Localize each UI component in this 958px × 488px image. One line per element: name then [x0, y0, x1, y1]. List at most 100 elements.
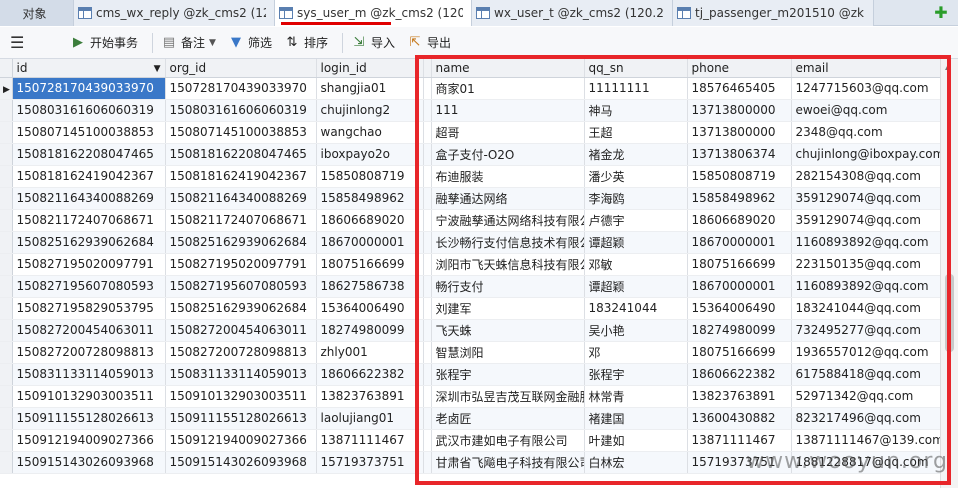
cell-name[interactable]: 甘肃省飞飚电子科技有限公司	[431, 451, 585, 474]
cell-qq_sn[interactable]: 183241044	[584, 297, 688, 320]
cell-qq_sn[interactable]: 邓	[584, 341, 688, 364]
table-row[interactable]: 150821172407068671 150821172407068671 1860…	[0, 209, 941, 232]
table-row[interactable]: 150910132903003511 150910132903003511 1382…	[0, 385, 941, 408]
cell-spacer[interactable]	[423, 407, 432, 430]
cell-id[interactable]: 150818162419042367	[12, 165, 166, 188]
table-row[interactable]: 150827200728098813 150827200728098813 zhly…	[0, 341, 941, 364]
cell-spacer[interactable]	[423, 319, 432, 342]
cell-qq_sn[interactable]: 神马	[584, 99, 688, 122]
table-row[interactable]: 150825162939062684 150825162939062684 1867…	[0, 231, 941, 254]
cell-org_id[interactable]: 150803161606060319	[165, 99, 317, 122]
row-header[interactable]	[0, 275, 13, 298]
cell-org_id[interactable]: 150827200454063011	[165, 319, 317, 342]
cell-org_id[interactable]: 150910132903003511	[165, 385, 317, 408]
tab-sys-user-m[interactable]: sys_user_m @zk_cms2 (120....	[275, 0, 472, 26]
cell-phone[interactable]: 18075166699	[687, 253, 792, 276]
table-row[interactable]: 150827195607080593 150827195607080593 1862…	[0, 275, 941, 298]
cell-login_id[interactable]: 18606622382	[316, 363, 424, 386]
table-row[interactable]: 150818162419042367 150818162419042367 1585…	[0, 165, 941, 188]
scrollbar-thumb[interactable]	[945, 274, 954, 352]
cell-qq_sn[interactable]: 褚建国	[584, 407, 688, 430]
cell-name[interactable]: 111	[431, 99, 585, 122]
cell-phone[interactable]: 13713800000	[687, 121, 792, 144]
cell-spacer[interactable]	[423, 99, 432, 122]
new-tab-plus-icon[interactable]: ✚	[932, 4, 950, 22]
cell-email[interactable]: 1247715603@qq.com	[791, 77, 941, 100]
row-header[interactable]	[0, 121, 13, 144]
cell-org_id[interactable]: 150915143026093968	[165, 451, 317, 474]
row-header[interactable]	[0, 429, 13, 452]
table-row[interactable]: 150803161606060319 150803161606060319 chuj…	[0, 99, 941, 122]
cell-id[interactable]: 150827195020097791	[12, 253, 166, 276]
cell-name[interactable]: 深圳市弘昱吉茂互联网金融服务有限公司	[431, 385, 585, 408]
cell-login_id[interactable]: 15850808719	[316, 165, 424, 188]
table-row[interactable]: 150912194009027366 150912194009027366 1387…	[0, 429, 941, 452]
cell-qq_sn[interactable]: 卢德宇	[584, 209, 688, 232]
cell-org_id[interactable]: 150818162208047465	[165, 143, 317, 166]
cell-name[interactable]: 刘建军	[431, 297, 585, 320]
cell-qq_sn[interactable]: 吴小艳	[584, 319, 688, 342]
cell-login_id[interactable]: 13823763891	[316, 385, 424, 408]
cell-login_id[interactable]: chujinlong2	[316, 99, 424, 122]
cell-name[interactable]: 畅行支付	[431, 275, 585, 298]
row-header[interactable]	[0, 363, 13, 386]
cell-name[interactable]: 布迪服装	[431, 165, 585, 188]
cell-qq_sn[interactable]: 白林宏	[584, 451, 688, 474]
tab-cms-wx-reply[interactable]: cms_wx_reply @zk_cms2 (12...	[74, 0, 275, 26]
cell-email[interactable]: 223150135@qq.com	[791, 253, 941, 276]
tab-wx-user-t[interactable]: wx_user_t @zk_cms2 (120.2...	[472, 0, 673, 26]
cell-qq_sn[interactable]: 潘少英	[584, 165, 688, 188]
row-header[interactable]: ▶	[0, 77, 13, 100]
table-row[interactable]: 150911155128026613 150911155128026613 laol…	[0, 407, 941, 430]
cell-org_id[interactable]: 150911155128026613	[165, 407, 317, 430]
cell-spacer[interactable]	[423, 209, 432, 232]
cell-phone[interactable]: 15364006490	[687, 297, 792, 320]
column-header-id[interactable]: id ▼	[12, 59, 166, 78]
cell-qq_sn[interactable]: 叶建如	[584, 429, 688, 452]
cell-email[interactable]: 282154308@qq.com	[791, 165, 941, 188]
cell-name[interactable]: 盒子支付-O2O	[431, 143, 585, 166]
note-button[interactable]: ▤ 备注 ▼	[161, 34, 216, 51]
row-header[interactable]	[0, 231, 13, 254]
cell-login_id[interactable]: 18670000001	[316, 231, 424, 254]
row-header[interactable]	[0, 407, 13, 430]
cell-qq_sn[interactable]: 李海鸥	[584, 187, 688, 210]
cell-org_id[interactable]: 150831133114059013	[165, 363, 317, 386]
cell-phone[interactable]: 13600430882	[687, 407, 792, 430]
cell-spacer[interactable]	[423, 385, 432, 408]
cell-login_id[interactable]: 15719373751	[316, 451, 424, 474]
cell-phone[interactable]: 18670000001	[687, 275, 792, 298]
table-row[interactable]: 150807145100038853 150807145100038853 wang…	[0, 121, 941, 144]
cell-name[interactable]: 长沙畅行支付信息技术有限公司	[431, 231, 585, 254]
row-header[interactable]	[0, 341, 13, 364]
table-row[interactable]: 150827195829053795 150825162939062684 1536…	[0, 297, 941, 320]
table-row[interactable]: 150821164340088269 150821164340088269 1585…	[0, 187, 941, 210]
cell-phone[interactable]: 15850808719	[687, 165, 792, 188]
cell-id[interactable]: 150912194009027366	[12, 429, 166, 452]
cell-email[interactable]: 52971342@qq.com	[791, 385, 941, 408]
cell-phone[interactable]: 15858498962	[687, 187, 792, 210]
cell-email[interactable]: chujinlong@iboxpay.com	[791, 143, 941, 166]
cell-org_id[interactable]: 150821164340088269	[165, 187, 317, 210]
cell-login_id[interactable]: 13871111467	[316, 429, 424, 452]
cell-email[interactable]: 359129074@qq.com	[791, 209, 941, 232]
cell-name[interactable]: 智慧浏阳	[431, 341, 585, 364]
cell-phone[interactable]: 13871111467	[687, 429, 792, 452]
row-header[interactable]	[0, 165, 13, 188]
cell-name[interactable]: 浏阳市飞天蛛信息科技有限公司	[431, 253, 585, 276]
cell-id[interactable]: 150910132903003511	[12, 385, 166, 408]
row-header[interactable]	[0, 297, 13, 320]
cell-phone[interactable]: 18670000001	[687, 231, 792, 254]
cell-name[interactable]: 融孳通达网络	[431, 187, 585, 210]
cell-id[interactable]: 150915143026093968	[12, 451, 166, 474]
cell-phone[interactable]: 18576465405	[687, 77, 792, 100]
sort-button[interactable]: ⇅ 排序	[284, 34, 328, 51]
cell-login_id[interactable]: 18606689020	[316, 209, 424, 232]
cell-login_id[interactable]: 18274980099	[316, 319, 424, 342]
cell-qq_sn[interactable]: 林常青	[584, 385, 688, 408]
cell-login_id[interactable]: zhly001	[316, 341, 424, 364]
cell-qq_sn[interactable]: 褚金龙	[584, 143, 688, 166]
cell-spacer[interactable]	[423, 231, 432, 254]
row-header[interactable]	[0, 253, 13, 276]
cell-email[interactable]: ewoei@qq.com	[791, 99, 941, 122]
